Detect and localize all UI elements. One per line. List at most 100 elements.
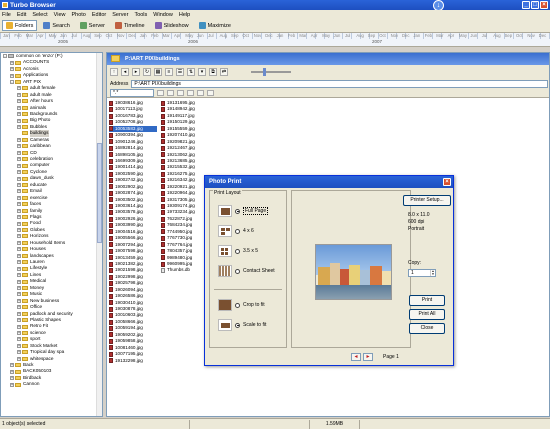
tree-item[interactable]: + Cannon — [1, 381, 102, 387]
expand-icon[interactable]: + — [17, 144, 21, 149]
copy-input[interactable]: 1 ▲ ▼ — [408, 269, 436, 277]
prev-page-icon[interactable]: ◂ — [351, 353, 361, 361]
expand-icon[interactable]: + — [17, 273, 21, 278]
expand-icon[interactable]: + — [10, 369, 14, 374]
expand-icon[interactable]: + — [17, 356, 21, 361]
expand-icon[interactable]: + — [17, 137, 21, 142]
option-3-5x5[interactable]: 3.5 x 5 — [218, 245, 258, 257]
expand-icon[interactable]: + — [17, 176, 21, 181]
timeline-button[interactable]: Timeline — [111, 20, 149, 31]
move-icon[interactable]: ⇄ — [220, 68, 228, 76]
expand-icon[interactable]: + — [17, 170, 21, 175]
expand-icon[interactable]: + — [17, 331, 21, 336]
expand-icon[interactable]: + — [17, 150, 21, 155]
expand-icon[interactable]: + — [17, 324, 21, 329]
crop-radio[interactable] — [235, 302, 240, 308]
expand-icon[interactable]: + — [17, 112, 21, 117]
expand-icon[interactable]: + — [17, 228, 21, 233]
next-page-icon[interactable]: ▸ — [363, 353, 373, 361]
contact-sheet-radio[interactable] — [235, 268, 240, 274]
server-button[interactable]: Server — [76, 20, 109, 31]
expand-icon[interactable]: + — [17, 311, 21, 316]
copy-spinner-icon[interactable]: ▲ ▼ — [430, 270, 435, 276]
expand-icon[interactable]: + — [10, 60, 14, 65]
scale-radio[interactable] — [235, 322, 240, 328]
refresh-icon[interactable]: ↻ — [143, 68, 151, 76]
3-5x5-radio[interactable] — [235, 248, 240, 254]
expand-icon[interactable]: + — [17, 350, 21, 355]
filter-video-icon[interactable] — [187, 89, 194, 96]
menu-select[interactable]: Select — [32, 12, 47, 18]
expand-icon[interactable]: + — [10, 376, 14, 381]
expand-icon[interactable]: + — [17, 285, 21, 290]
file-mask-input[interactable]: *.* — [110, 88, 154, 97]
forward-icon[interactable]: ▸ — [132, 68, 140, 76]
timeline-strip[interactable]: 2005 2006 2007 Jan Feb Mar Apr May Jun Jul Aug Sep O… — [0, 33, 550, 47]
printer-setup-button[interactable]: Printer Setup... — [403, 195, 451, 206]
menu-photo[interactable]: Photo — [71, 12, 85, 18]
print-all-button[interactable]: Print All — [409, 309, 445, 320]
menu-view[interactable]: View — [54, 12, 66, 18]
sort-icon[interactable]: ⇅ — [187, 68, 195, 76]
thumbnail-size-slider[interactable] — [251, 68, 291, 76]
expand-icon[interactable]: + — [17, 305, 21, 310]
expand-icon[interactable]: + — [17, 240, 21, 245]
expand-icon[interactable]: + — [17, 337, 21, 342]
option-contact-sheet[interactable]: Contact Sheet — [218, 265, 275, 277]
filter-audio-icon[interactable] — [197, 89, 204, 96]
menu-tools[interactable]: Tools — [134, 12, 147, 18]
expand-icon[interactable]: + — [17, 318, 21, 323]
expand-icon[interactable]: + — [17, 195, 21, 200]
minimize-button[interactable]: _ — [522, 1, 530, 9]
option-crop-to-fit[interactable]: Crop to fit — [218, 299, 265, 311]
option-full-page[interactable]: Full Page — [218, 205, 269, 217]
option-scale-to-fit[interactable]: Scale to fit — [218, 319, 266, 331]
filter-doc-icon[interactable] — [177, 89, 184, 96]
expand-icon[interactable]: + — [17, 253, 21, 258]
copy-icon[interactable]: ⧉ — [209, 68, 217, 76]
menu-help[interactable]: Help — [179, 12, 190, 18]
maximize-window-button[interactable]: □ — [531, 1, 539, 9]
expand-icon[interactable]: + — [17, 279, 21, 284]
list-view-icon[interactable]: ≡ — [165, 68, 173, 76]
dialog-close-icon[interactable]: × — [443, 178, 451, 186]
expand-icon[interactable]: + — [17, 163, 21, 168]
details-view-icon[interactable]: ☰ — [176, 68, 184, 76]
back-icon[interactable]: ◂ — [121, 68, 129, 76]
expand-icon[interactable]: + — [17, 343, 21, 348]
expand-icon[interactable]: + — [17, 157, 21, 162]
expand-icon[interactable]: + — [17, 118, 21, 123]
expand-icon[interactable]: + — [10, 382, 14, 387]
menu-file[interactable]: File — [2, 12, 11, 18]
expand-icon[interactable]: + — [17, 182, 21, 187]
expand-icon[interactable]: + — [17, 86, 21, 91]
expand-icon[interactable]: + — [10, 73, 14, 78]
expand-icon[interactable]: + — [17, 202, 21, 207]
collapse-icon[interactable]: - — [3, 54, 7, 59]
address-input[interactable]: P:\ART PIX\buildings — [131, 79, 548, 88]
expand-icon[interactable]: + — [17, 189, 21, 194]
expand-icon[interactable]: + — [17, 266, 21, 271]
print-button[interactable]: Print — [409, 295, 445, 306]
folders-button[interactable]: Folders — [2, 20, 38, 31]
expand-icon[interactable]: + — [10, 363, 14, 368]
file-item[interactable]: 19132298.jpg — [109, 358, 157, 364]
expand-icon[interactable]: + — [17, 247, 21, 252]
slider-handle[interactable] — [263, 68, 266, 76]
full-page-radio[interactable] — [235, 208, 240, 214]
expand-icon[interactable]: + — [17, 292, 21, 297]
option-4x6[interactable]: 4 x 6 — [218, 225, 254, 237]
expand-icon[interactable]: + — [10, 67, 14, 72]
file-item[interactable]: Thumbs.db — [161, 267, 209, 274]
expand-icon[interactable]: + — [17, 99, 21, 104]
filter-settings-icon[interactable] — [207, 89, 214, 96]
thumbnail-view-icon[interactable]: ▦ — [154, 68, 162, 76]
4x6-radio[interactable] — [235, 228, 240, 234]
menu-edit[interactable]: Edit — [17, 12, 26, 18]
expand-icon[interactable]: + — [17, 208, 21, 213]
filter-image-icon[interactable] — [167, 89, 174, 96]
expand-icon[interactable]: + — [17, 234, 21, 239]
expand-icon[interactable]: + — [17, 298, 21, 303]
up-folder-icon[interactable]: ↑ — [110, 68, 118, 76]
filter-icon[interactable]: ▾ — [198, 68, 206, 76]
